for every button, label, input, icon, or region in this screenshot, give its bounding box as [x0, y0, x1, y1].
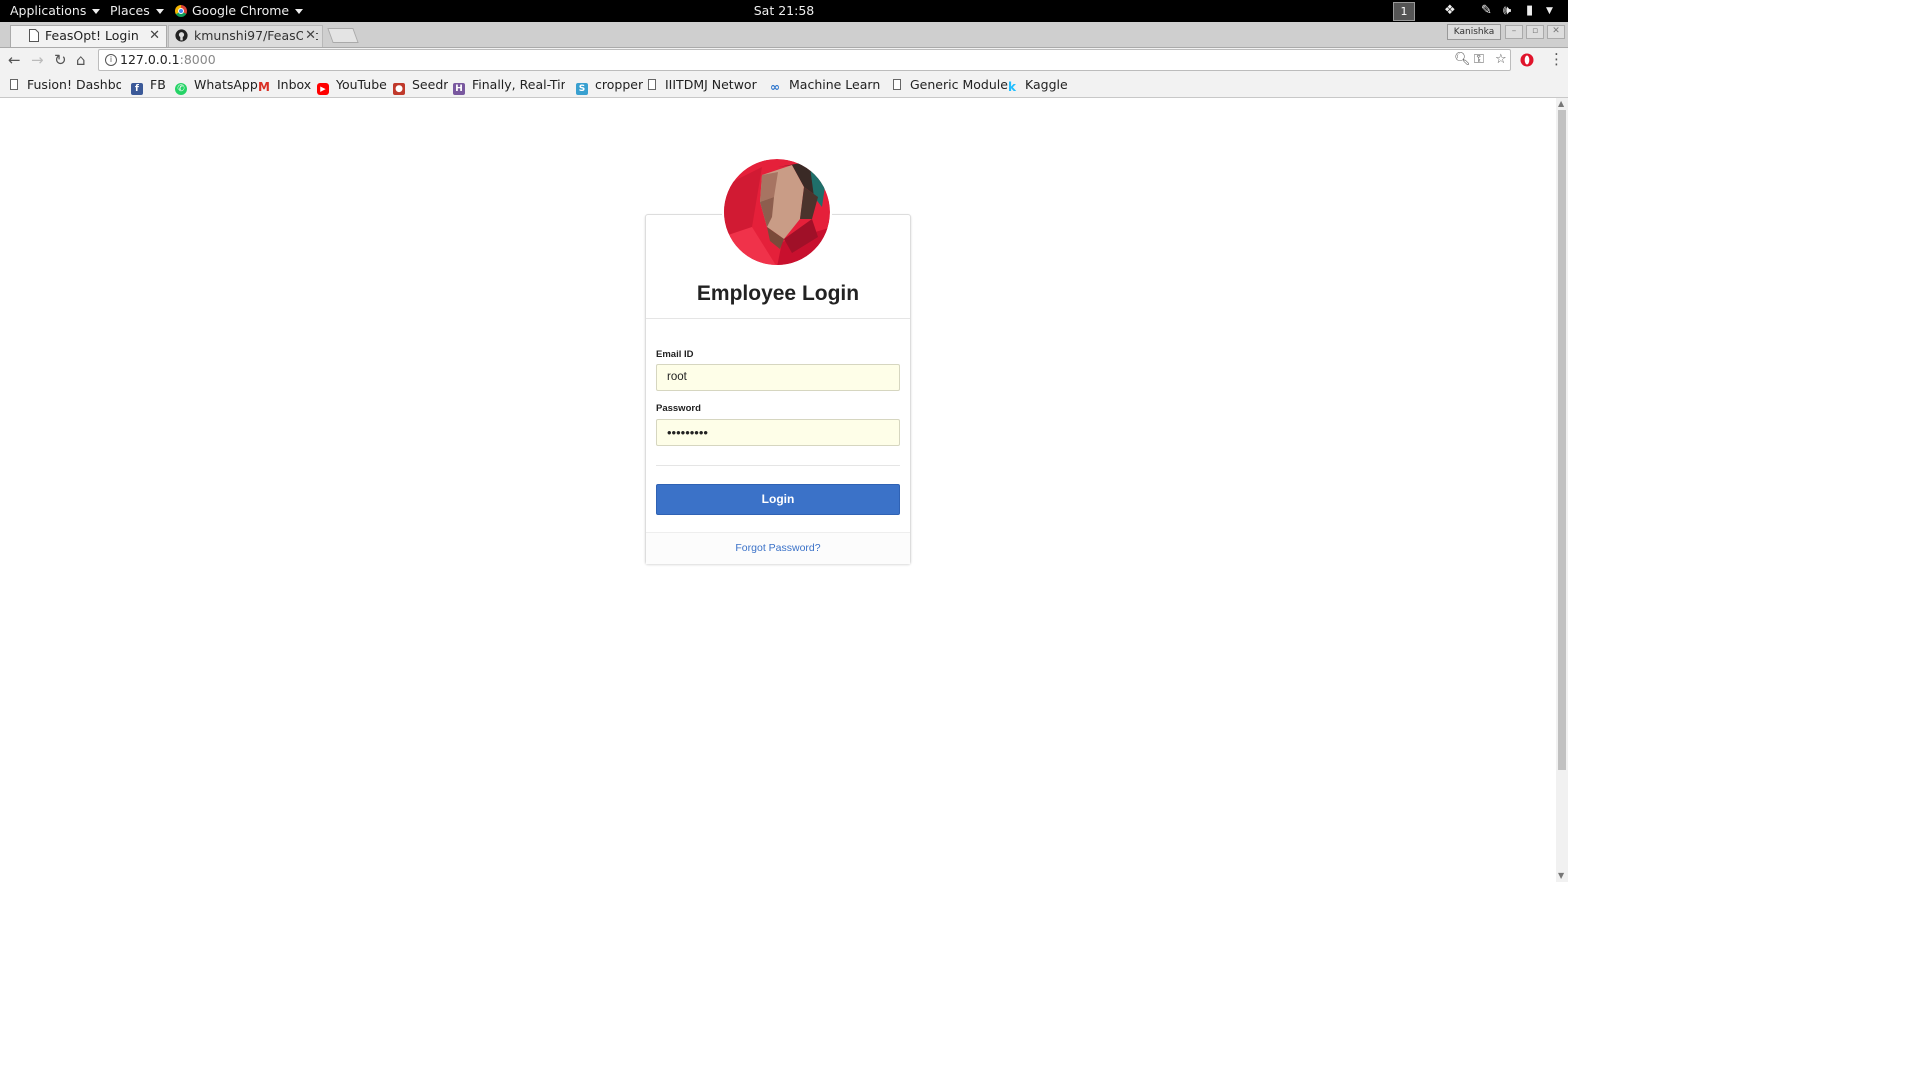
scrollbar-thumb[interactable] — [1558, 110, 1566, 770]
bookmarks-bar: Fusion! Dashboar f FB ✆ WhatsApp M Inbox ▶ Y… — [0, 73, 1568, 98]
login-button[interactable]: Login — [656, 484, 900, 515]
reload-icon[interactable]: ↻ — [54, 52, 67, 68]
email-field[interactable]: root — [656, 364, 900, 391]
workspace-indicator[interactable]: 1 — [1393, 2, 1415, 21]
scroll-up-icon[interactable]: ▲ — [1558, 99, 1564, 108]
bookmark-kaggle[interactable]: k Kaggle — [1006, 77, 1068, 93]
battery-icon[interactable]: ▮ — [1526, 3, 1533, 18]
dropbox-icon[interactable]: ❖ — [1444, 3, 1456, 18]
heroku-icon: H — [453, 83, 465, 95]
tab-feasopt-login[interactable]: FeasOpt! Login ✕ — [10, 25, 167, 47]
applications-menu-label: Applications — [10, 3, 87, 18]
bookmark-label: FB — [150, 77, 166, 92]
chevron-down-icon — [92, 9, 101, 14]
places-menu-label: Places — [110, 3, 150, 18]
bookmark-label: Finally, Real-Time — [472, 77, 565, 92]
profile-button[interactable]: Kanishka — [1447, 24, 1501, 40]
header-divider — [646, 318, 910, 319]
clock[interactable]: Sat 21:58 — [754, 3, 815, 18]
bookmark-label: Seedr — [412, 77, 449, 92]
tab-github-feasopt[interactable]: kmunshi97/FeasOpt ✕ — [168, 25, 323, 47]
key-icon[interactable]: ⚿ — [1474, 50, 1484, 70]
network-icon[interactable]: ✎ — [1481, 3, 1492, 18]
browser-app-menu[interactable]: Google Chrome — [175, 3, 304, 18]
url-host: 127.0.0.1 — [120, 52, 180, 67]
bookmark-generic-module[interactable]: Generic Module — [893, 77, 1008, 92]
gmail-icon: M — [258, 80, 270, 93]
chrome-menu-icon[interactable]: ⋮ — [1549, 51, 1564, 67]
minimize-icon[interactable]: – — [1505, 25, 1523, 39]
url-port: :8000 — [179, 52, 216, 67]
page-icon — [648, 79, 656, 90]
youtube-icon: ▶ — [317, 83, 329, 95]
volume-icon[interactable]: 🕪 — [1503, 3, 1511, 18]
new-tab-button[interactable] — [327, 28, 359, 43]
bookmark-fusion[interactable]: Fusion! Dashboar — [10, 77, 121, 92]
window-close-icon[interactable]: ✕ — [1547, 25, 1565, 39]
password-field[interactable]: ••••••••• — [656, 419, 900, 446]
bookmark-whatsapp[interactable]: ✆ WhatsApp — [175, 77, 258, 95]
page-title: Employee Login — [696, 282, 860, 305]
avatar — [722, 157, 832, 267]
scrollbar[interactable]: ▲ ▼ — [1556, 98, 1568, 882]
bookmark-star-icon[interactable]: ☆ — [1495, 50, 1507, 70]
bookmark-label: YouTube — [336, 77, 387, 92]
tab-title: FeasOpt! Login — [45, 28, 139, 43]
opera-icon[interactable] — [1520, 53, 1534, 67]
bookmark-youtube[interactable]: ▶ YouTube — [317, 77, 387, 95]
chevron-down-icon — [295, 9, 304, 14]
avatar-portrait-image — [722, 157, 832, 267]
seedr-icon: ● — [393, 83, 405, 95]
whatsapp-icon: ✆ — [175, 83, 187, 95]
tab-title: kmunshi97/FeasOpt — [194, 28, 319, 43]
page-icon — [10, 79, 18, 90]
page-icon — [29, 29, 39, 42]
bookmark-fb[interactable]: f FB — [131, 77, 166, 95]
email-label: Email ID — [656, 349, 694, 360]
github-icon — [175, 29, 188, 42]
info-icon[interactable]: i — [105, 54, 117, 66]
bookmark-label: Machine Learning — [789, 77, 880, 92]
cropper-icon: S — [576, 83, 588, 95]
bookmark-finally-realtime[interactable]: H Finally, Real-Time — [453, 77, 565, 95]
bookmark-cropper[interactable]: Scropper — [576, 77, 643, 95]
bookmark-seedr[interactable]: ● Seedr — [393, 77, 448, 95]
scroll-down-icon[interactable]: ▼ — [1558, 871, 1564, 880]
address-bar[interactable]: i 127.0.0.1:8000 🔍︎ ⚿ ☆ — [98, 49, 1511, 71]
kaggle-icon: k — [1008, 80, 1016, 93]
password-label: Password — [656, 403, 701, 414]
bookmark-iiitdmj[interactable]: IIITDMJ Network — [648, 77, 757, 92]
bookmark-machine-learning[interactable]: ∞ Machine Learning — [768, 77, 880, 93]
chrome-icon — [175, 5, 187, 17]
form-divider — [656, 465, 900, 466]
bookmark-label: Fusion! Dashboar — [27, 77, 121, 92]
chevron-down-icon — [155, 9, 164, 14]
coursera-icon: ∞ — [770, 80, 780, 93]
url-text: 127.0.0.1:8000 — [120, 50, 216, 70]
page-icon — [893, 79, 901, 90]
places-menu[interactable]: Places — [110, 3, 164, 18]
tab-strip: FeasOpt! Login ✕ kmunshi97/FeasOpt ✕ — [0, 22, 1568, 48]
close-icon[interactable]: ✕ — [303, 26, 316, 46]
close-icon[interactable]: ✕ — [149, 26, 160, 46]
facebook-icon: f — [131, 83, 143, 95]
bookmark-label: Kaggle — [1025, 77, 1068, 92]
forgot-password-link[interactable]: Forgot Password? — [646, 542, 910, 554]
home-icon[interactable]: ⌂ — [76, 52, 86, 68]
maximize-icon[interactable]: ▫ — [1526, 25, 1544, 39]
bookmark-label: cropper — [595, 77, 644, 92]
zoom-icon[interactable]: 🔍︎ — [1454, 50, 1471, 70]
bookmark-inbox[interactable]: M Inbox — [258, 77, 311, 93]
browser-app-menu-label: Google Chrome — [192, 3, 290, 18]
bookmark-label: WhatsApp — [194, 77, 258, 92]
forward-icon[interactable]: → — [31, 52, 44, 68]
bookmark-label: IIITDMJ Network — [665, 77, 757, 92]
system-menu-chevron-icon[interactable]: ▼ — [1546, 6, 1553, 16]
bookmark-label: Inbox — [277, 77, 312, 92]
back-icon[interactable]: ← — [8, 52, 21, 68]
applications-menu[interactable]: Applications — [10, 3, 101, 18]
browser-toolbar: ← → ↻ ⌂ i 127.0.0.1:8000 🔍︎ ⚿ ☆ ⋮ — [0, 48, 1568, 73]
bookmark-label: Generic Module — [910, 77, 1008, 92]
system-top-bar: Applications Places Google Chrome Sat 21… — [0, 0, 1568, 22]
